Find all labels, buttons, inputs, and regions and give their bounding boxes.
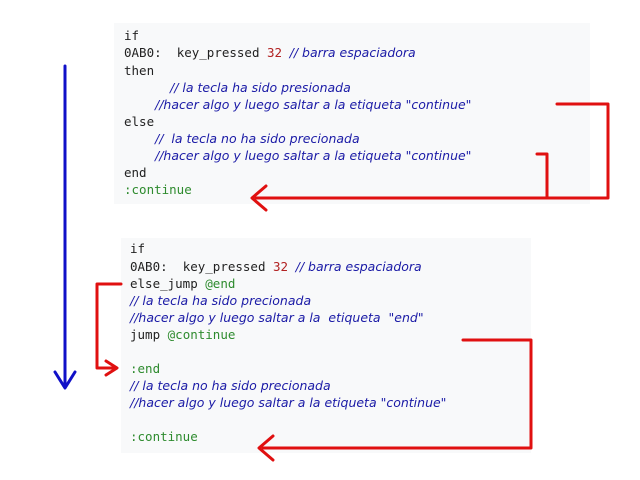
jump-arrow-then-to-continue <box>250 102 610 212</box>
flow-arrows <box>53 64 610 462</box>
jump-arrow-else-to-continue <box>535 152 549 200</box>
jump-arrow-else-jump-to-end <box>95 282 123 377</box>
jump-arrow-jump-to-continue <box>257 338 533 462</box>
execution-flow-arrow <box>53 64 77 390</box>
